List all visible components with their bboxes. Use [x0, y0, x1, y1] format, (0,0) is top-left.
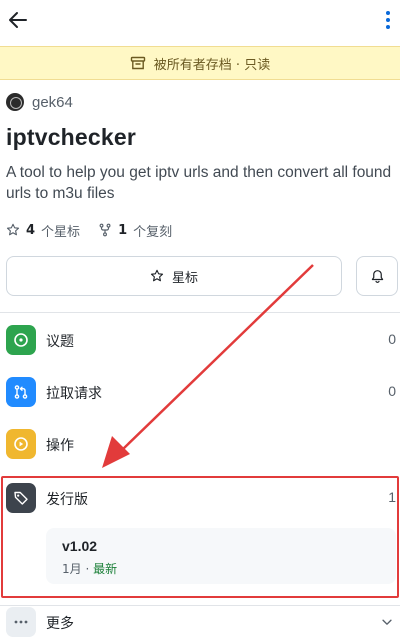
issues-count: 0	[388, 331, 396, 347]
star-button[interactable]: 星标	[6, 256, 342, 296]
section-more[interactable]: 更多	[0, 602, 400, 641]
section-divider	[0, 312, 400, 313]
stars-label: 个星标	[41, 224, 81, 240]
repo-title: iptvchecker	[6, 124, 137, 150]
actions-label: 操作	[46, 438, 74, 454]
more-tile	[6, 607, 36, 637]
repo-stats: 4 个星标 1 个复刻	[6, 220, 172, 240]
stars-count: 4	[26, 222, 36, 238]
star-outline-icon	[6, 223, 20, 236]
chevron-down-icon[interactable]	[380, 615, 394, 629]
more-label: 更多	[46, 616, 74, 632]
section-actions[interactable]: 操作	[0, 424, 400, 464]
archive-icon	[130, 56, 145, 70]
issues-tile	[6, 325, 36, 355]
bell-icon	[371, 269, 383, 283]
arrow-left-icon[interactable]	[6, 8, 30, 32]
issues-label: 议题	[46, 334, 74, 350]
repo-owner[interactable]: gek64	[6, 92, 73, 112]
section-pull-requests[interactable]: 拉取请求 0	[0, 372, 400, 412]
issue-opened-icon	[14, 333, 28, 347]
play-icon	[14, 437, 28, 451]
forks-stat[interactable]: 1 个复刻	[98, 221, 172, 240]
archived-text: 被所有者存档 · 只读	[153, 57, 271, 73]
section-issues[interactable]: 议题 0	[0, 320, 400, 360]
pull-requests-count: 0	[388, 383, 396, 399]
repo-forked-icon	[99, 223, 111, 237]
highlight-box	[1, 476, 399, 598]
notifications-button[interactable]	[356, 256, 398, 296]
pull-requests-label: 拉取请求	[46, 386, 102, 402]
kebab-horizontal-icon	[14, 620, 28, 624]
star-icon	[150, 269, 164, 282]
pull-requests-tile	[6, 377, 36, 407]
repo-description: A tool to help you get iptv urls and the…	[6, 164, 392, 202]
owner-name: gek64	[32, 93, 73, 111]
forks-label: 个复刻	[133, 224, 173, 240]
avatar	[6, 93, 24, 111]
kebab-vertical-icon[interactable]	[380, 8, 396, 32]
top-bar	[0, 0, 400, 40]
stars-stat[interactable]: 4 个星标	[6, 221, 80, 240]
git-pull-request-icon	[14, 385, 28, 399]
actions-tile	[6, 429, 36, 459]
star-button-label: 星标	[171, 270, 198, 286]
archived-banner: 被所有者存档 · 只读	[0, 46, 400, 80]
forks-count: 1	[118, 222, 128, 238]
